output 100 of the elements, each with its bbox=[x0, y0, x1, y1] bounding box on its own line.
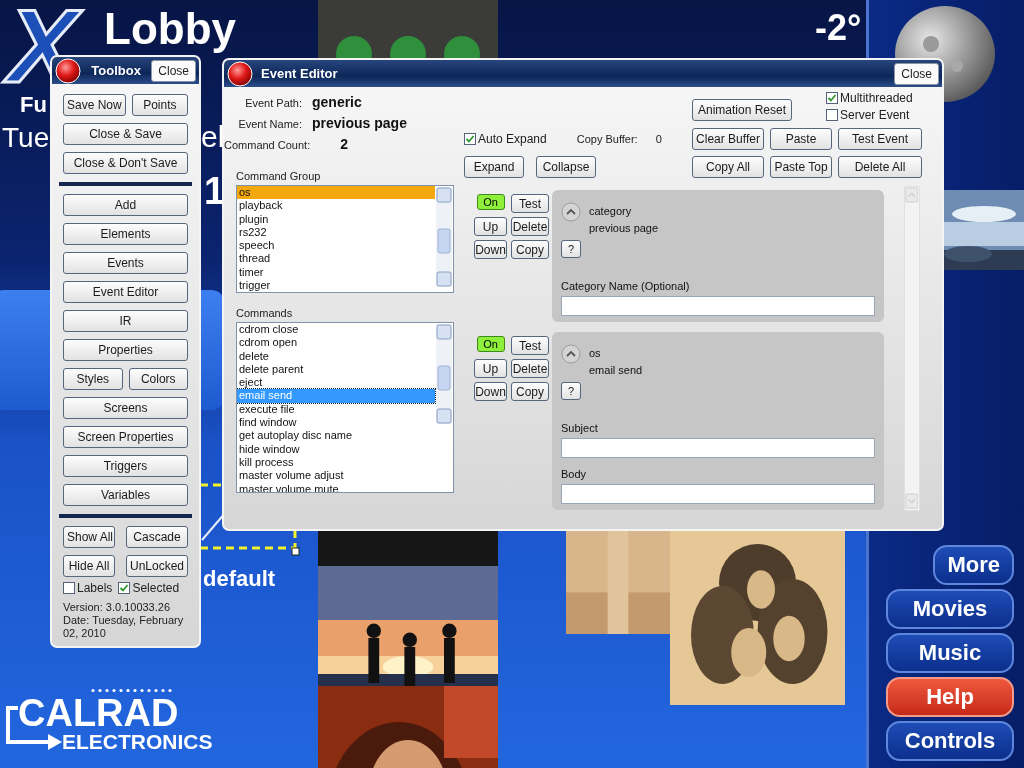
toolbar-button[interactable]: Collapse bbox=[536, 156, 596, 178]
list-item[interactable]: speech bbox=[237, 239, 435, 253]
list-item[interactable]: trigger bbox=[237, 279, 435, 292]
tool-button[interactable]: Hide All bbox=[63, 555, 115, 577]
text-field[interactable] bbox=[561, 438, 875, 458]
animation-reset-button[interactable]: Animation Reset bbox=[692, 99, 792, 121]
toolbar-button[interactable]: Paste bbox=[770, 128, 832, 150]
date-text: Date: Tuesday, February 02, 2010 bbox=[63, 614, 185, 640]
tool-button[interactable]: Add bbox=[63, 194, 188, 216]
checkbox[interactable] bbox=[464, 133, 476, 145]
on-toggle[interactable]: On bbox=[476, 194, 505, 210]
tool-button[interactable]: IR bbox=[63, 310, 188, 332]
list-item[interactable]: plugin bbox=[237, 212, 435, 226]
list-item[interactable]: os bbox=[237, 186, 435, 200]
checkbox[interactable] bbox=[118, 582, 131, 594]
tool-button[interactable]: Close & Save bbox=[63, 123, 188, 145]
tool-button[interactable]: UnLocked bbox=[126, 555, 188, 577]
collapse-icon[interactable] bbox=[561, 202, 581, 222]
tool-button[interactable]: Event Editor bbox=[63, 281, 188, 303]
list-item[interactable]: master volume mute bbox=[237, 482, 435, 492]
tool-button[interactable]: Properties bbox=[63, 339, 188, 361]
help-button[interactable]: ? bbox=[561, 382, 581, 400]
list-box[interactable]: cdrom close cdrom open delete delete parent eject email send execute file find window get autoplay disc name hide window kill process master volume adjust master volume mute bbox=[236, 322, 454, 493]
collapse-icon[interactable] bbox=[561, 344, 581, 364]
list-item[interactable]: delete bbox=[237, 349, 435, 363]
list-item[interactable]: eject bbox=[237, 376, 435, 390]
list-item[interactable]: playback bbox=[237, 199, 435, 213]
version-text: Version: 3.0.10033.26 bbox=[63, 601, 172, 614]
command-button[interactable]: Down bbox=[474, 240, 507, 259]
background-text: 1 bbox=[204, 172, 226, 210]
checkbox[interactable] bbox=[826, 109, 838, 121]
list-item[interactable]: execute file bbox=[237, 402, 435, 417]
tool-button[interactable]: Show All bbox=[63, 526, 115, 548]
list-item[interactable]: timer bbox=[237, 265, 435, 280]
command-button[interactable]: Delete bbox=[511, 359, 549, 378]
tool-button[interactable]: Points bbox=[131, 94, 188, 116]
command-button[interactable]: Copy bbox=[511, 240, 549, 259]
field-value: previous page bbox=[312, 115, 408, 131]
list-item[interactable]: kill process bbox=[237, 455, 435, 470]
toolbar-button[interactable]: Clear Buffer bbox=[692, 128, 764, 150]
tool-button[interactable]: Elements bbox=[63, 223, 188, 245]
field-label: Event Name: bbox=[237, 117, 302, 132]
list-item[interactable]: find window bbox=[237, 416, 435, 430]
scrollbar[interactable] bbox=[436, 187, 452, 287]
checkbox-label: Labels bbox=[77, 581, 113, 595]
tool-button[interactable]: Events bbox=[63, 252, 188, 274]
command-button[interactable]: Copy bbox=[511, 382, 549, 401]
list-item[interactable]: hide window bbox=[237, 442, 435, 456]
field-value: 2 bbox=[340, 136, 348, 152]
nav-button[interactable]: Controls bbox=[886, 721, 1014, 761]
on-toggle[interactable]: On bbox=[476, 336, 505, 352]
toolbar-button[interactable]: Test Event bbox=[838, 128, 922, 150]
field-label: Body bbox=[561, 468, 588, 480]
command-group-text: os bbox=[589, 347, 602, 359]
command-button[interactable]: Up bbox=[474, 217, 507, 236]
close-button[interactable]: Close bbox=[894, 62, 939, 85]
tool-button[interactable]: Screen Properties bbox=[63, 426, 188, 448]
toolbar-button[interactable]: Expand bbox=[464, 156, 524, 178]
tool-button[interactable]: Styles bbox=[63, 368, 123, 390]
list-item[interactable]: cdrom open bbox=[237, 336, 435, 350]
toolbar-button[interactable]: Copy All bbox=[692, 156, 764, 178]
tool-button[interactable]: Save Now bbox=[63, 94, 126, 116]
field-value: generic bbox=[312, 94, 363, 110]
tool-button[interactable]: Screens bbox=[63, 397, 188, 419]
copy-buffer-value: 0 bbox=[655, 133, 662, 145]
help-button[interactable]: ? bbox=[561, 240, 581, 258]
toolbar-button[interactable]: Delete All bbox=[838, 156, 922, 178]
tool-button[interactable]: Triggers bbox=[63, 455, 188, 477]
logo-text: Lobby bbox=[104, 7, 236, 51]
tool-button[interactable]: Cascade bbox=[126, 526, 188, 548]
command-button[interactable]: Test bbox=[511, 194, 549, 213]
list-item[interactable]: master volume adjust bbox=[237, 469, 435, 483]
nav-button[interactable]: Music bbox=[886, 633, 1014, 673]
copy-buffer-label: Copy Buffer: bbox=[576, 133, 638, 145]
list-item[interactable]: rs232 bbox=[237, 225, 435, 240]
scrollbar[interactable] bbox=[904, 186, 920, 511]
command-name-text: previous page bbox=[589, 222, 659, 234]
nav-button[interactable]: Help bbox=[886, 677, 1014, 717]
command-button[interactable]: Delete bbox=[511, 217, 549, 236]
tool-button[interactable]: Colors bbox=[128, 368, 188, 390]
list-item[interactable]: get autoplay disc name bbox=[237, 429, 435, 443]
list-item[interactable]: cdrom close bbox=[237, 323, 435, 337]
nav-button[interactable]: More bbox=[933, 545, 1014, 585]
text-field[interactable] bbox=[561, 484, 875, 504]
list-box[interactable]: os playback plugin rs232 speech thread timer trigger bbox=[236, 185, 454, 293]
checkbox-label: Auto Expand bbox=[478, 132, 547, 146]
command-button[interactable]: Test bbox=[511, 336, 549, 355]
text-field[interactable] bbox=[561, 296, 875, 316]
command-button[interactable]: Up bbox=[474, 359, 507, 378]
scrollbar[interactable] bbox=[436, 324, 452, 424]
tool-button[interactable]: Variables bbox=[63, 484, 188, 506]
toolbar-button[interactable]: Paste Top bbox=[770, 156, 832, 178]
close-button[interactable]: Close bbox=[151, 59, 196, 82]
list-item[interactable]: thread bbox=[237, 252, 435, 266]
command-button[interactable]: Down bbox=[474, 382, 507, 401]
checkbox[interactable] bbox=[63, 582, 75, 594]
list-item[interactable]: delete parent bbox=[237, 362, 435, 377]
tool-button[interactable]: Close & Don't Save bbox=[63, 152, 188, 174]
nav-button[interactable]: Movies bbox=[886, 589, 1014, 629]
checkbox[interactable] bbox=[826, 92, 838, 104]
